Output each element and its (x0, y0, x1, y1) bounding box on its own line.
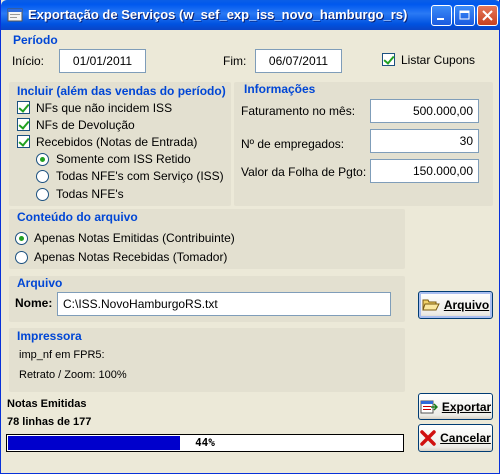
close-icon (482, 10, 493, 21)
todas-nfe-servico-radio[interactable] (36, 170, 49, 183)
apenas-emitidas-label: Apenas Notas Emitidas (Contribuinte) (34, 231, 235, 245)
faturamento-label: Faturamento no mês: (241, 104, 356, 118)
close-button[interactable] (477, 5, 498, 26)
nome-label: Nome: (15, 296, 53, 310)
listar-cupons-checkbox[interactable] (382, 53, 395, 66)
impressora-line-2: Retrato / Zoom: 100% (19, 369, 127, 381)
progress-text: 44% (195, 436, 215, 449)
informacoes-group-title: Informações (244, 82, 316, 96)
fim-label: Fim: (223, 54, 247, 68)
export-progress-bar: 44% (6, 434, 404, 452)
apenas-recebidas-radio[interactable] (15, 251, 28, 264)
cancelar-button-label: Cancelar (440, 431, 491, 445)
exportar-button[interactable]: Exportar (418, 393, 493, 420)
folha-field[interactable]: 150.000,00 (370, 159, 479, 183)
conteudo-group-title: Conteúdo do arquivo (17, 210, 138, 224)
fim-date-field[interactable]: 06/07/2011 (255, 49, 342, 73)
status-lines: 78 linhas de 177 (7, 416, 92, 428)
empregados-label: Nº de empregados: (241, 137, 345, 151)
somente-iss-retido-radio[interactable] (36, 153, 49, 166)
apenas-recebidas-label: Apenas Notas Recebidas (Tomador) (34, 250, 228, 264)
inicio-label: Início: (12, 54, 45, 68)
periodo-group-title: Período (13, 33, 58, 47)
todas-nfe-label: Todas NFE's (56, 187, 124, 201)
impressora-group-title: Impressora (17, 329, 82, 343)
empregados-field[interactable]: 30 (370, 129, 479, 153)
arquivo-group-title: Arquivo (17, 276, 63, 290)
impressora-line-1: imp_nf em FPR5: (19, 349, 105, 361)
export-icon (420, 400, 438, 413)
inicio-date-field[interactable]: 01/01/2011 (59, 49, 146, 73)
app-icon (7, 8, 23, 22)
arquivo-button-label: Arquivo (443, 298, 490, 312)
nfs-nao-incidem-iss-checkbox[interactable] (17, 101, 30, 114)
exportar-button-label: Exportar (441, 399, 492, 414)
todas-nfe-radio[interactable] (36, 188, 49, 201)
cancel-x-icon (420, 430, 436, 446)
nome-arquivo-field[interactable]: C:\ISS.NovoHamburgoRS.txt (57, 292, 391, 316)
minimize-button[interactable] (431, 5, 452, 26)
status-title: Notas Emitidas (7, 398, 87, 410)
listar-cupons-label: Listar Cupons (401, 53, 476, 67)
minimize-icon (437, 18, 444, 20)
maximize-icon (459, 10, 470, 20)
faturamento-field[interactable]: 500.000,00 (370, 99, 479, 123)
incluir-group-title: Incluir (além das vendas do período) (17, 84, 226, 98)
arquivo-button[interactable]: Arquivo (418, 291, 493, 319)
window-title: Exportação de Serviços (w_sef_exp_iss_no… (28, 7, 408, 22)
recebidos-checkbox[interactable] (17, 135, 30, 148)
title-bar[interactable]: Exportação de Serviços (w_sef_exp_iss_no… (1, 0, 500, 30)
apenas-emitidas-radio[interactable] (15, 232, 28, 245)
nfs-nao-incidem-iss-label: NFs que não incidem ISS (36, 101, 173, 115)
nfs-devolucao-checkbox[interactable] (17, 118, 30, 131)
folha-label: Valor da Folha de Pgto: (241, 165, 367, 179)
open-folder-icon (422, 299, 440, 311)
somente-iss-retido-label: Somente com ISS Retido (56, 152, 191, 166)
todas-nfe-servico-label: Todas NFE's com Serviço (ISS) (56, 169, 224, 183)
export-window: Exportação de Serviços (w_sef_exp_iss_no… (0, 0, 500, 474)
recebidos-label: Recebidos (Notas de Entrada) (36, 135, 198, 149)
maximize-button[interactable] (454, 5, 475, 26)
nfs-devolucao-label: NFs de Devolução (36, 118, 135, 132)
cancelar-button[interactable]: Cancelar (418, 424, 493, 452)
